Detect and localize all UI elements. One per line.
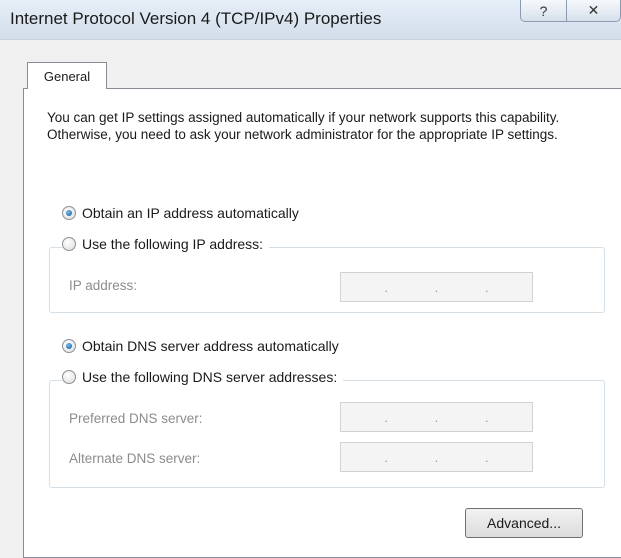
tab-general[interactable]: General: [27, 62, 107, 89]
intro-text: You can get IP settings assigned automat…: [47, 110, 560, 142]
ip-octet-dot: .: [485, 409, 489, 425]
radio-icon: [62, 370, 76, 384]
preferred-dns-label: Preferred DNS server:: [69, 411, 203, 426]
radio-icon: [62, 237, 76, 251]
help-button[interactable]: ?: [520, 0, 567, 22]
help-icon: ?: [539, 2, 548, 19]
ip-octet-dot: .: [485, 449, 489, 465]
dialog-body: General You can get IP settings assigned…: [0, 40, 621, 558]
use-following-dns-radio[interactable]: Use the following DNS server addresses:: [62, 369, 344, 385]
use-following-ip-label: Use the following IP address:: [82, 236, 264, 252]
obtain-dns-auto-label: Obtain DNS server address automatically: [82, 338, 339, 354]
general-tab-panel: You can get IP settings assigned automat…: [23, 88, 621, 558]
preferred-dns-input[interactable]: . . .: [340, 402, 533, 432]
ip-octet-dot: .: [485, 279, 489, 295]
radio-icon-checked: [62, 206, 76, 220]
close-button[interactable]: ✕: [566, 0, 621, 22]
radio-icon-checked: [62, 339, 76, 353]
ip-octet-dot: .: [434, 449, 439, 465]
ip-octet-dot: .: [434, 279, 439, 295]
use-following-ip-radio[interactable]: Use the following IP address:: [62, 236, 270, 252]
advanced-button[interactable]: Advanced...: [465, 508, 583, 538]
ip-address-label: IP address:: [69, 278, 138, 293]
alternate-dns-label: Alternate DNS server:: [69, 451, 201, 466]
window-title: Internet Protocol Version 4 (TCP/IPv4) P…: [10, 9, 382, 28]
ip-octet-dot: .: [384, 279, 388, 295]
obtain-dns-auto-radio[interactable]: Obtain DNS server address automatically: [62, 338, 339, 354]
ip-octet-dot: .: [434, 409, 439, 425]
ip-octet-dot: .: [384, 409, 388, 425]
use-following-dns-label: Use the following DNS server addresses:: [82, 369, 338, 385]
title-bar: Internet Protocol Version 4 (TCP/IPv4) P…: [0, 0, 621, 40]
obtain-ip-auto-label: Obtain an IP address automatically: [82, 205, 299, 221]
obtain-ip-auto-radio[interactable]: Obtain an IP address automatically: [62, 205, 299, 221]
close-icon: ✕: [587, 2, 600, 18]
alternate-dns-input[interactable]: . . .: [340, 442, 533, 472]
ip-address-input[interactable]: . . .: [340, 272, 533, 302]
ip-octet-dot: .: [384, 449, 388, 465]
